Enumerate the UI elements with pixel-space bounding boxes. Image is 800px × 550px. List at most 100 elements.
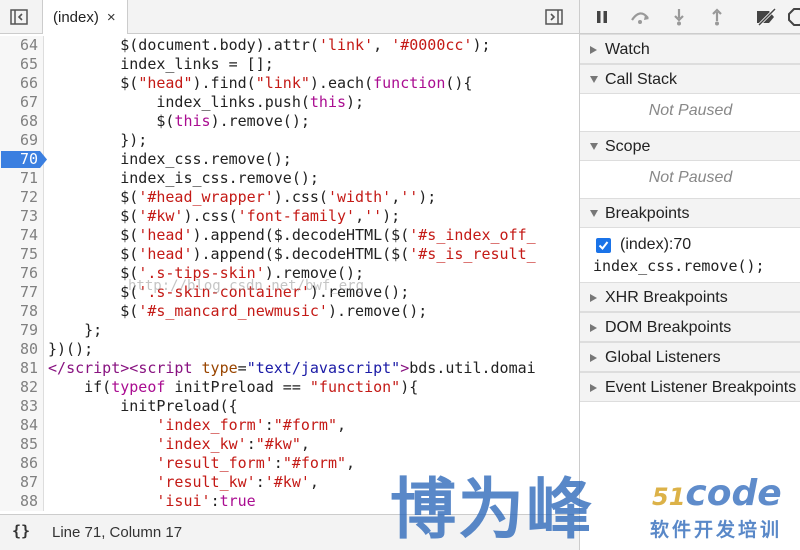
scope-section-header[interactable]: Scope bbox=[580, 131, 800, 161]
line-code: })(); bbox=[48, 340, 93, 359]
watch-label: Watch bbox=[605, 41, 650, 58]
code-token: ).css( bbox=[183, 207, 238, 225]
call-stack-section-header[interactable]: Call Stack bbox=[580, 64, 800, 94]
global-listeners-section-header[interactable]: Global Listeners bbox=[580, 342, 800, 372]
line-number: 66 bbox=[19, 74, 38, 92]
breakpoint-item[interactable]: (index):70 bbox=[596, 236, 691, 254]
code-line[interactable]: 82 if(typeof initPreload == "function"){ bbox=[0, 378, 579, 397]
toggle-navigator-icon[interactable] bbox=[8, 6, 30, 28]
line-code: initPreload({ bbox=[48, 397, 237, 416]
code-line[interactable]: 83 initPreload({ bbox=[0, 397, 579, 416]
code-token: '#kw' bbox=[264, 473, 310, 491]
line-number: 79 bbox=[19, 321, 38, 339]
step-out-icon[interactable] bbox=[705, 5, 729, 29]
pause-icon[interactable] bbox=[590, 5, 614, 29]
code-line[interactable]: 85 'index_kw':"#kw", bbox=[0, 435, 579, 454]
xhr-breakpoints-section-header[interactable]: XHR Breakpoints bbox=[580, 282, 800, 312]
dom-breakpoints-section-header[interactable]: DOM Breakpoints bbox=[580, 312, 800, 342]
breakpoint-checkbox[interactable] bbox=[596, 237, 611, 253]
code-line[interactable]: 71 index_is_css.remove(); bbox=[0, 169, 579, 188]
code-line[interactable]: 68 $(this).remove(); bbox=[0, 112, 579, 131]
code-line[interactable]: 65 index_links = []; bbox=[0, 55, 579, 74]
code-token: ).remove(); bbox=[210, 112, 310, 130]
code-line[interactable]: 81 </script><script type="text/javascript… bbox=[0, 359, 579, 378]
expanded-arrow-icon bbox=[590, 143, 598, 150]
code-line[interactable]: 78 $('#s_mancard_newmusic').remove(); bbox=[0, 302, 579, 321]
code-token: ); bbox=[418, 188, 437, 206]
pretty-print-button[interactable]: {} bbox=[12, 522, 30, 540]
line-code: $('#kw').css('font-family',''); bbox=[48, 207, 400, 226]
expanded-arrow-icon bbox=[590, 76, 598, 83]
code-token: '' bbox=[400, 188, 419, 206]
code-token: $( bbox=[48, 226, 139, 244]
line-code: $('#s_mancard_newmusic').remove(); bbox=[48, 302, 427, 321]
code-line[interactable]: 69 }); bbox=[0, 131, 579, 150]
step-over-icon[interactable] bbox=[628, 5, 652, 29]
line-code: 'result_kw':'#kw', bbox=[48, 473, 319, 492]
code-token: "text/javascript" bbox=[246, 359, 401, 377]
close-tab-icon[interactable]: × bbox=[107, 9, 116, 26]
code-token: index_links.push( bbox=[48, 93, 310, 111]
code-token: </ bbox=[48, 359, 67, 377]
brand-chinese-name: 博为峰 bbox=[390, 471, 594, 548]
code-token: '#head_wrapper' bbox=[138, 188, 274, 206]
code-line[interactable]: 72 $('#head_wrapper').css('width',''); bbox=[0, 188, 579, 207]
code-line[interactable]: 80})(); bbox=[0, 340, 579, 359]
code-token: 'font-family' bbox=[237, 207, 356, 225]
code-line[interactable]: 67 index_links.push(this); bbox=[0, 93, 579, 112]
step-into-icon[interactable] bbox=[667, 5, 691, 29]
collapsed-arrow-icon bbox=[590, 46, 597, 54]
code-token: }; bbox=[48, 321, 103, 339]
code-line[interactable]: 73 $('#kw').css('font-family',''); bbox=[0, 207, 579, 226]
code-token: index_css.remove(); bbox=[48, 150, 292, 168]
code-token: '#s_index_off_ bbox=[409, 226, 536, 244]
deactivate-breakpoints-icon[interactable] bbox=[755, 5, 779, 29]
code-line[interactable]: 66 $("head").find("link").each(function(… bbox=[0, 74, 579, 93]
code-token: , bbox=[355, 207, 365, 225]
code-line[interactable]: 74 $('head').append($.decodeHTML($('#s_i… bbox=[0, 226, 579, 245]
breakpoint-location: (index):70 bbox=[620, 236, 692, 253]
toggle-debugger-icon[interactable] bbox=[543, 6, 565, 28]
code-line[interactable]: 70 index_css.remove(); bbox=[0, 150, 579, 169]
line-number: 86 bbox=[19, 454, 38, 472]
breakpoints-section-header[interactable]: Breakpoints bbox=[580, 198, 800, 228]
event-listener-breakpoints-section-header[interactable]: Event Listener Breakpoints bbox=[580, 372, 800, 402]
line-code: index_is_css.remove(); bbox=[48, 169, 319, 188]
code-line[interactable]: 79 }; bbox=[0, 321, 579, 340]
global-listeners-label: Global Listeners bbox=[605, 349, 721, 366]
line-code: 'isui':true bbox=[48, 492, 256, 511]
code-token: '#kw' bbox=[138, 207, 184, 225]
code-line[interactable]: 64 $(document.body).attr('link', '#0000c… bbox=[0, 36, 579, 55]
pause-on-exceptions-icon[interactable] bbox=[785, 5, 800, 29]
url-watermark: http://blog.csdn.net/bwf_erg bbox=[128, 278, 365, 294]
line-number: 74 bbox=[19, 226, 38, 244]
line-code: index_links = []; bbox=[48, 55, 274, 74]
code-area[interactable]: 64 $(document.body).attr('link', '#0000c… bbox=[0, 34, 579, 514]
event-listener-breakpoints-label: Event Listener Breakpoints bbox=[605, 379, 797, 396]
file-tab-index[interactable]: (index) × bbox=[42, 0, 128, 34]
code-token: $( bbox=[48, 188, 139, 206]
code-line[interactable]: 75 $('head').append($.decodeHTML($('#s_i… bbox=[0, 245, 579, 264]
code-token: 'result_kw' bbox=[156, 473, 256, 491]
line-code: </script><script type="text/javascript">… bbox=[48, 359, 536, 378]
code-token: true bbox=[219, 492, 256, 510]
code-token: bds.util.domai bbox=[409, 359, 536, 377]
line-number: 88 bbox=[19, 492, 38, 510]
collapsed-arrow-icon bbox=[590, 324, 597, 332]
watch-section-header[interactable]: Watch bbox=[580, 34, 800, 64]
code-token: ).find( bbox=[192, 74, 256, 92]
line-number: 81 bbox=[19, 359, 38, 377]
code-line[interactable]: 84 'index_form':"#form", bbox=[0, 416, 579, 435]
code-token: ){ bbox=[400, 378, 419, 396]
code-token: '' bbox=[364, 207, 383, 225]
line-number: 85 bbox=[19, 435, 38, 453]
code-token: 'result_form' bbox=[156, 454, 274, 472]
xhr-breakpoints-label: XHR Breakpoints bbox=[605, 289, 728, 306]
line-code: }); bbox=[48, 131, 147, 150]
expanded-arrow-icon bbox=[590, 210, 598, 217]
line-code: $(this).remove(); bbox=[48, 112, 310, 131]
code-token: ); bbox=[382, 207, 401, 225]
line-number: 76 bbox=[19, 264, 38, 282]
